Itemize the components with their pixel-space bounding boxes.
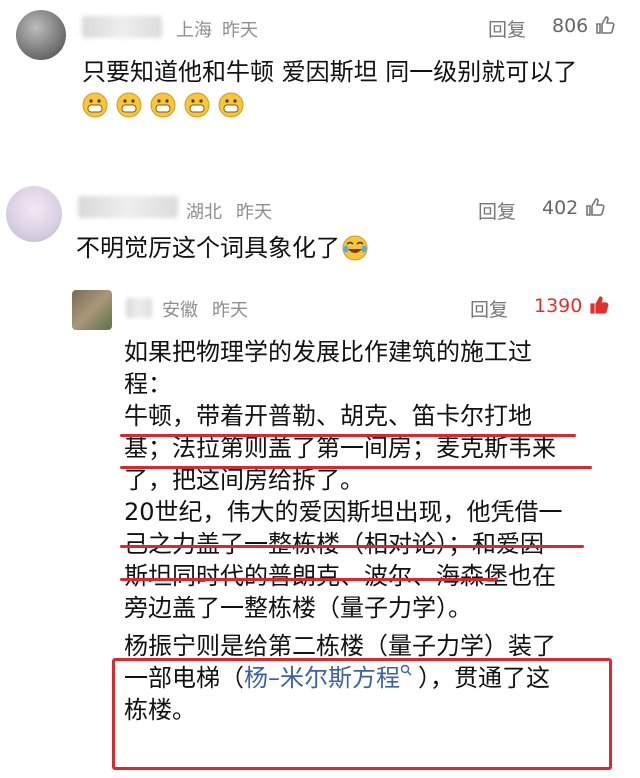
grinning-face-icon: [150, 92, 176, 118]
grinning-face-icon: [218, 92, 244, 118]
text-line: 斯坦同时代的普朗克、波尔、海森堡也在: [124, 562, 556, 590]
comment-text: 只要知道他和牛顿 爱因斯坦 同一级别就可以了: [82, 58, 578, 86]
text-line: 旁边盖了一整栋楼（量子力学）。: [124, 594, 472, 622]
thumb-up-icon: [596, 16, 615, 34]
reply-button[interactable]: 回复: [478, 197, 516, 224]
reply-button[interactable]: 回复: [488, 15, 526, 42]
text-line: 程：: [124, 370, 172, 398]
thumb-up-icon: [586, 198, 605, 216]
username-redacted[interactable]: [78, 196, 178, 218]
avatar[interactable]: [72, 290, 112, 330]
username-redacted[interactable]: [82, 16, 162, 38]
text-line: 20世纪，伟大的爱因斯坦出现，他凭借一: [124, 498, 563, 526]
thumb-up-icon: [590, 296, 609, 314]
highlight-underline: [120, 466, 592, 469]
avatar[interactable]: [6, 186, 62, 242]
username-redacted[interactable]: [126, 298, 152, 318]
reply-button[interactable]: 回复: [470, 295, 508, 322]
comment-location: 安徽: [162, 300, 198, 321]
like-button[interactable]: 1390: [534, 295, 609, 317]
highlight-box: [112, 658, 612, 770]
grinning-face-icon: [82, 92, 108, 118]
highlight-underline: [120, 545, 584, 548]
grinning-face-icon: [116, 92, 142, 118]
like-count: 1390: [534, 295, 583, 317]
like-button[interactable]: 806: [552, 15, 615, 37]
comment-time: 昨天: [222, 20, 258, 41]
comment-text: 不明觉厉这个词具象化了: [76, 232, 371, 264]
avatar[interactable]: [16, 10, 66, 60]
grinning-face-icon: [184, 92, 210, 118]
text-line: 己之力盖了一整栋楼（相对论）；和爱因: [124, 530, 544, 558]
highlight-underline: [120, 578, 498, 581]
emoji-row: [82, 92, 247, 118]
comment-time: 昨天: [236, 202, 272, 223]
like-count: 806: [552, 15, 589, 37]
tears-of-joy-icon: [342, 235, 368, 261]
comment-location: 湖北: [186, 202, 222, 223]
comment-time: 昨天: [212, 300, 248, 321]
comment-location: 上海: [176, 20, 212, 41]
highlight-underline: [120, 434, 576, 437]
text-line: 如果把物理学的发展比作建筑的施工过: [124, 338, 532, 366]
like-count: 402: [542, 197, 579, 219]
text-line: 牛顿，带着开普勒、胡克、笛卡尔打地: [124, 402, 532, 430]
like-button[interactable]: 402: [542, 197, 605, 219]
